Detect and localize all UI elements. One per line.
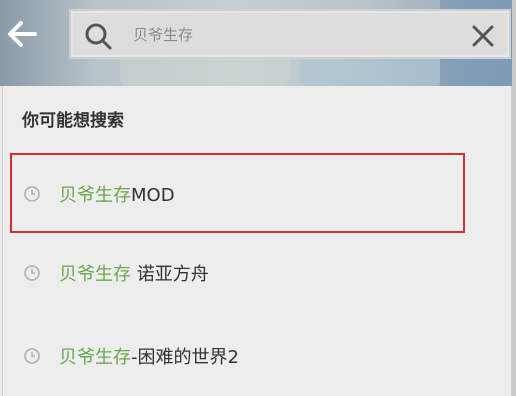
back-button[interactable] bbox=[2, 16, 42, 52]
suggestion-highlight: 贝爷生存 bbox=[59, 264, 131, 285]
search-bar[interactable] bbox=[69, 9, 511, 59]
suggestion-highlight: 贝爷生存 bbox=[59, 185, 131, 206]
suggestion-rest: MOD bbox=[131, 185, 175, 206]
suggestion-rest: 诺亚方舟 bbox=[131, 264, 209, 285]
panel-edge bbox=[512, 0, 516, 396]
search-input[interactable] bbox=[133, 20, 453, 50]
suggestion-text: 贝爷生存 诺亚方舟 bbox=[59, 260, 209, 286]
clock-icon bbox=[24, 265, 40, 281]
suggestion-rest: -困难的世界2 bbox=[131, 347, 239, 368]
arrow-left-icon bbox=[8, 21, 37, 47]
suggestion-highlight: 贝爷生存 bbox=[59, 347, 131, 368]
suggestion-text: 贝爷生存MOD bbox=[59, 181, 175, 207]
suggestion-item[interactable]: 贝爷生存MOD bbox=[3, 166, 513, 222]
panel-title: 你可能想搜索 bbox=[22, 111, 124, 131]
suggestion-item[interactable]: 贝爷生存-困难的世界2 bbox=[3, 328, 513, 384]
clock-icon bbox=[24, 348, 40, 364]
close-icon[interactable] bbox=[471, 24, 495, 48]
suggestion-item[interactable]: 贝爷生存 诺亚方舟 bbox=[3, 245, 513, 301]
suggestion-text: 贝爷生存-困难的世界2 bbox=[59, 343, 239, 369]
suggestion-panel: 你可能想搜索 贝爷生存MOD 贝爷生存 诺亚方舟 贝爷生存-困难的世界2 bbox=[2, 86, 512, 396]
search-icon bbox=[85, 23, 112, 50]
clock-icon bbox=[24, 186, 40, 202]
